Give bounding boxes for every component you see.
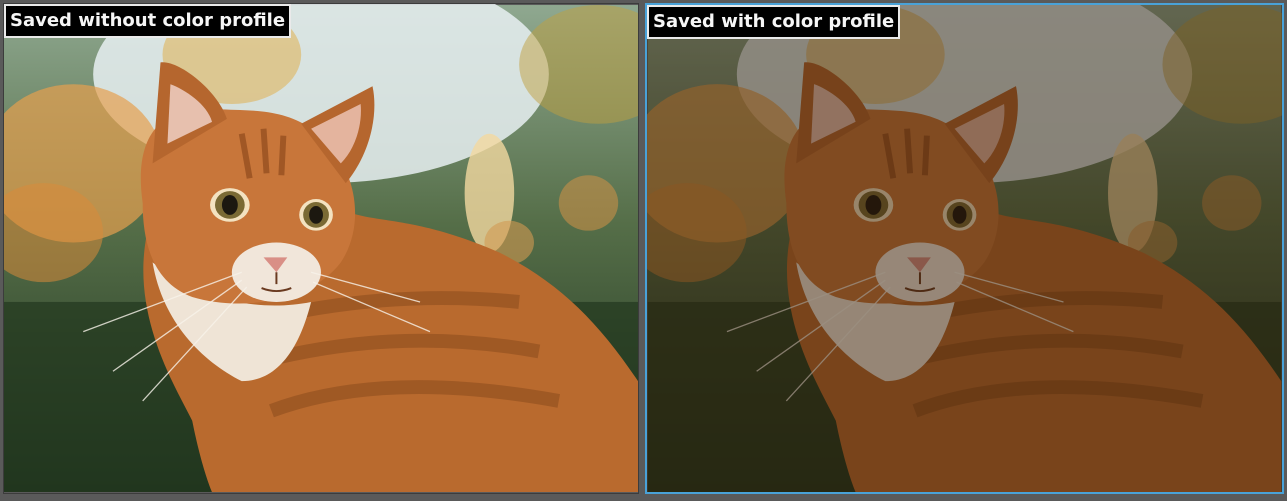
right-image-panel[interactable]: Saved with color profile (645, 3, 1284, 494)
cat-photo-without-profile (4, 4, 638, 493)
caption-with-profile: Saved with color profile (647, 5, 901, 39)
left-image-panel[interactable]: Saved without color profile (3, 3, 639, 494)
cat-photo-with-profile (647, 5, 1282, 492)
caption-without-profile: Saved without color profile (4, 4, 292, 38)
